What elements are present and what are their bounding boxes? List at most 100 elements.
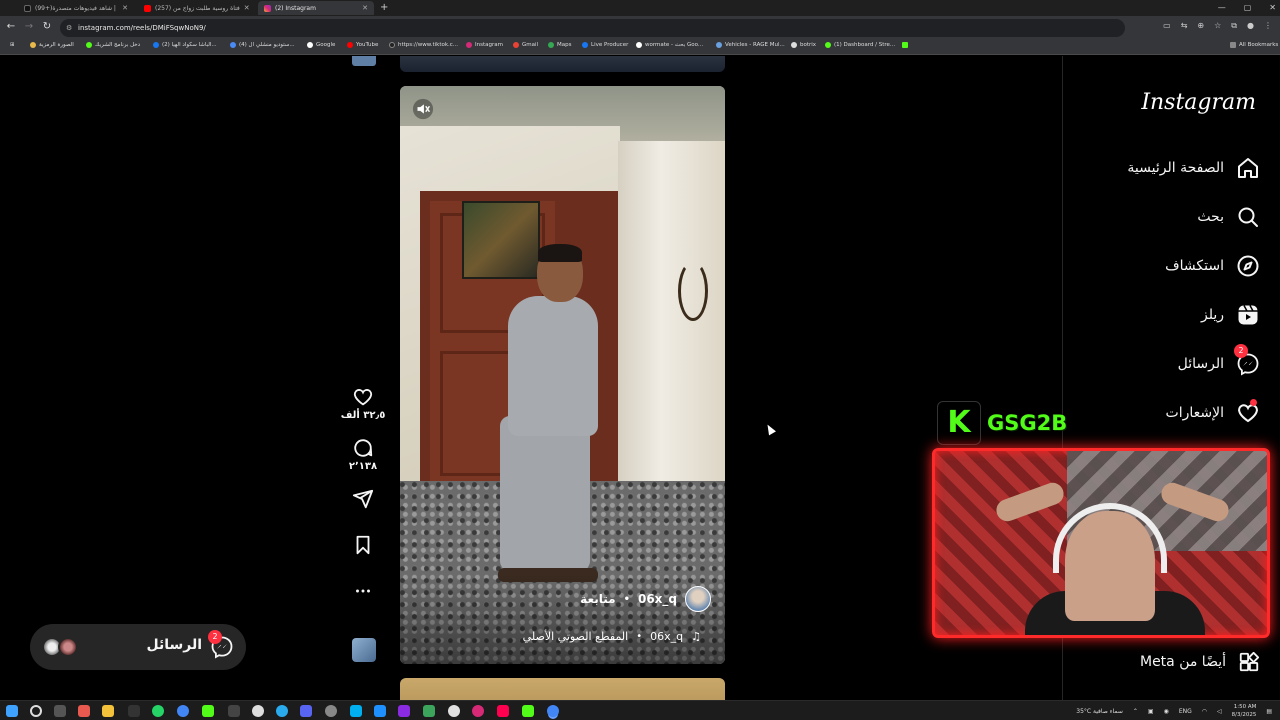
reel-video[interactable]: 06x_q • متابعة ♫ 06x_q • المقطع الصوتي ا… [400,86,725,664]
mute-icon[interactable] [412,98,434,120]
previous-reel[interactable] [400,56,725,72]
more-options-icon[interactable] [352,580,374,602]
author-avatar[interactable] [685,586,711,612]
close-icon[interactable]: ✕ [122,4,128,12]
taskbar-app-icon[interactable] [228,705,240,717]
more-action[interactable] [352,580,374,602]
menu-icon[interactable]: ⋮ [1264,21,1272,31]
sidebar-item-explore[interactable]: استكشاف [1165,254,1260,278]
profile-icon[interactable]: ● [1247,21,1254,31]
browser-tab-active[interactable]: (2) Instagram ✕ [258,1,374,15]
audio-thumbnail[interactable] [352,638,376,662]
taskbar-app-icon[interactable] [252,705,264,717]
sidebar-item-messages[interactable]: الرسائل 2 [1178,344,1260,376]
whatsapp-icon[interactable] [152,705,164,717]
chrome-icon[interactable] [177,705,189,717]
previous-reel-avatar[interactable] [352,56,376,66]
search-icon[interactable] [30,705,42,717]
apps-icon[interactable]: ⊞ [10,42,15,48]
kick-bookmark-icon[interactable] [902,42,908,48]
taskbar-app-icon[interactable] [128,705,140,717]
minimize-icon[interactable]: — [1218,0,1226,16]
all-bookmarks[interactable]: All Bookmarks [1230,42,1278,48]
maximize-icon[interactable]: ▢ [1244,0,1252,16]
new-tab-button[interactable]: + [380,1,388,15]
instagram-logo[interactable]: Instagram [1141,90,1256,115]
sidebar-item-notifications[interactable]: الإشعارات [1166,399,1260,425]
translate-icon[interactable]: ⇆ [1181,21,1188,31]
discord-icon[interactable] [300,705,312,717]
browser-tab[interactable]: (257) فتاة روسية طلبت زواج من ✕ [138,1,254,15]
bookmark[interactable]: Google [307,42,335,48]
sidebar-item-home[interactable]: الصفحة الرئيسية [1127,156,1260,180]
bookmark[interactable]: Maps [548,42,571,48]
close-window-icon[interactable]: ✕ [1269,0,1276,16]
taskbar-app-icon[interactable] [472,705,484,717]
kick-icon[interactable] [202,705,214,717]
sidebar-item-search[interactable]: بحث [1197,205,1260,229]
zoom-icon[interactable]: ⊕ [1197,21,1204,31]
comment-icon[interactable] [352,437,374,459]
save-action[interactable] [352,534,374,556]
reel-audio-row[interactable]: ♫ 06x_q • المقطع الصوتي الأصلي [523,630,701,643]
taskbar-app-icon[interactable] [423,705,435,717]
heart-icon[interactable] [352,386,374,408]
like-action[interactable]: ٣٢٫٥ ألف [341,386,385,421]
chrome-active-icon[interactable] [547,705,559,717]
taskbar-app-icon[interactable] [448,705,460,717]
bookmark[interactable]: (1) Dashboard / Stre... [825,42,895,48]
close-icon[interactable]: ✕ [362,4,368,12]
reload-icon[interactable]: ↻ [40,21,54,32]
file-explorer-icon[interactable] [102,705,114,717]
task-view-icon[interactable] [54,705,66,717]
volume-icon[interactable]: ◁ [1217,708,1222,715]
bookmark[interactable]: (2) الباشا سكواد الهيا... [153,42,217,48]
comment-action[interactable]: ٢٬١٣٨ [349,437,377,472]
back-icon[interactable]: ← [4,21,18,32]
clock[interactable]: 1:50 AM 8/3/2025 [1232,703,1257,719]
address-bar[interactable]: ⚙ instagram.com/reels/DMiFSqwNoN9/ [60,19,1125,37]
skype-icon[interactable] [350,705,362,717]
taskbar-app-icon[interactable] [522,705,534,717]
cast-icon[interactable]: ▭ [1163,21,1171,31]
language-indicator[interactable]: ENG [1179,708,1192,715]
obs-icon[interactable] [325,705,337,717]
bookmark[interactable]: دخل برنامج الشريك [86,42,140,48]
bookmark[interactable]: الصورة الرمزية [30,42,74,48]
sidebar-item-meta[interactable]: أيضًا من Meta [1140,651,1260,673]
bookmark[interactable]: Live Producer [582,42,628,48]
tray-app-icon[interactable]: ◉ [1164,708,1169,715]
bookmark[interactable]: wormate - بحث Goo... [636,42,703,48]
browser-tab[interactable]: (99+)شاهد فيديوهات متصدرة | ✕ [18,1,134,15]
bookmark[interactable]: YouTube [347,42,378,48]
site-info-icon[interactable]: ⚙ [66,19,72,37]
share-icon[interactable] [352,488,374,510]
weather[interactable]: 35°C سماء صافية [1076,708,1123,715]
next-reel[interactable] [400,678,725,700]
forward-icon[interactable]: → [22,21,36,32]
share-action[interactable] [352,488,374,510]
sidebar-item-reels[interactable]: ريلز [1201,303,1260,327]
bookmark[interactable]: Gmail [513,42,538,48]
bookmark[interactable]: botrix [791,42,816,48]
extensions-icon[interactable]: ⧉ [1231,21,1237,31]
notifications-icon[interactable]: ▤ [1266,708,1272,715]
bookmark[interactable]: https://www.tiktok.c... [389,42,458,48]
close-icon[interactable]: ✕ [244,4,250,12]
tray-app-icon[interactable]: ▣ [1148,708,1154,715]
messages-pill[interactable]: الرسائل 2 [30,624,246,670]
wifi-icon[interactable]: ◠ [1202,708,1207,715]
tray-chevron-icon[interactable]: ⌃ [1133,708,1138,715]
telegram-icon[interactable] [276,705,288,717]
follow-button[interactable]: متابعة [580,592,615,606]
windows-start-icon[interactable] [6,705,18,717]
author-username[interactable]: 06x_q [638,592,677,606]
tiktok-icon[interactable] [497,705,509,717]
bookmark-icon[interactable] [352,534,374,556]
bookmark[interactable]: Instagram [466,42,503,48]
premiere-icon[interactable] [398,705,410,717]
taskbar-app-icon[interactable] [78,705,90,717]
bookmark-star-icon[interactable]: ☆ [1214,21,1221,31]
bookmark[interactable]: (4) ستوديو منشلي ال... [230,42,295,48]
bookmark[interactable]: Vehicles - RAGE Mul... [716,42,785,48]
